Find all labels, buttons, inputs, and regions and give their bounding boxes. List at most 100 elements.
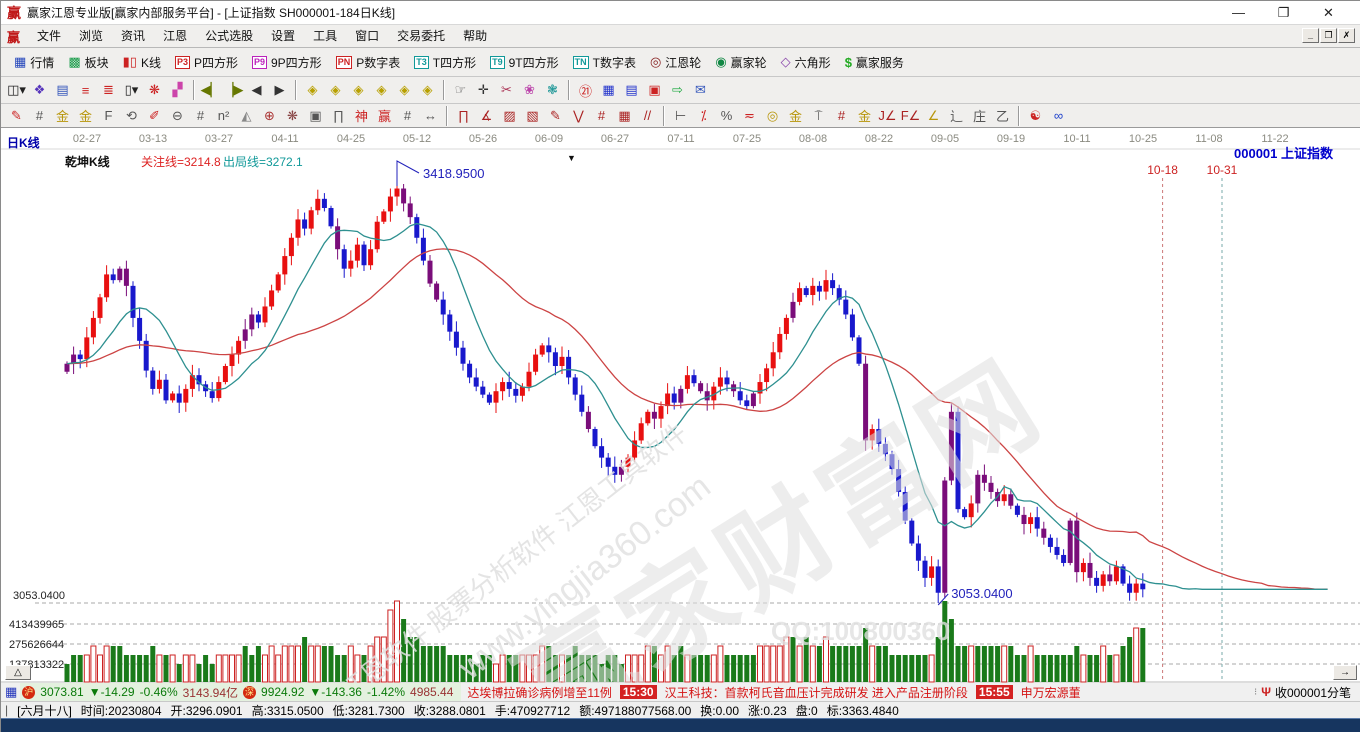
spiral-tool[interactable]: ⟲ — [120, 105, 143, 126]
fan-box-tool[interactable]: ▨ — [498, 105, 521, 126]
wheel-small-tool[interactable]: ⊕ — [258, 105, 281, 126]
circle-cycle-tool[interactable]: ⊖ — [166, 105, 189, 126]
menu-item-3[interactable]: 江恩 — [154, 25, 196, 47]
infinity-tool[interactable]: ∞ — [1047, 105, 1070, 126]
kline-chart-canvas[interactable]: 02-2703-1303-2704-1104-2505-1205-2606-09… — [1, 128, 1360, 683]
flower-tool-button[interactable]: ❀ — [518, 80, 541, 101]
calculator-button[interactable]: ▦ — [597, 80, 620, 101]
diamond-hsplit-button[interactable]: ◈ — [347, 80, 370, 101]
calendar-21-button[interactable]: ㉑ — [574, 80, 597, 101]
shen-tool[interactable]: 神 — [350, 105, 373, 126]
diamond-right-button[interactable]: ◈ — [324, 80, 347, 101]
send-button[interactable]: ✉ — [689, 80, 712, 101]
zigzag-tool[interactable]: ⋁ — [567, 105, 590, 126]
gold-bar-tool[interactable]: 金 — [784, 105, 807, 126]
web-tool[interactable]: ❋ — [281, 105, 304, 126]
gold-circle-tool[interactable]: ◎ — [761, 105, 784, 126]
scroll-right-button[interactable]: → — [1333, 665, 1357, 680]
well-gold-tool[interactable]: # — [830, 105, 853, 126]
gold-grid2-tool[interactable]: 金 — [74, 105, 97, 126]
menu-item-1[interactable]: 浏览 — [70, 25, 112, 47]
report-button[interactable]: ▤ — [620, 80, 643, 101]
t-square-button[interactable]: T3T四方形 — [407, 52, 483, 73]
percent-lines-tool[interactable]: ≂ — [738, 105, 761, 126]
angle-tool[interactable]: ◭ — [235, 105, 258, 126]
rect-channel-tool[interactable]: ∏ — [452, 105, 475, 126]
diamond-center-button[interactable]: ◈ — [370, 80, 393, 101]
quote-grid-icon[interactable]: ▦ — [5, 684, 17, 700]
next-bar-button[interactable]: ▶ — [268, 80, 291, 101]
arrow-flag-tool[interactable]: ⍑ — [807, 105, 830, 126]
price-scale-tool[interactable]: ⊢ — [669, 105, 692, 126]
mdi-minimize-button[interactable]: _ — [1302, 28, 1319, 43]
p-number-table-button[interactable]: PNP数字表 — [329, 52, 408, 73]
pi-tool[interactable]: ∏ — [327, 105, 350, 126]
trend-pen-tool[interactable]: ✎ — [544, 105, 567, 126]
fibonacci-tool[interactable]: F — [97, 105, 120, 126]
quotes-button[interactable]: ▦行情 — [7, 52, 61, 73]
net-tool-button[interactable]: ❃ — [541, 80, 564, 101]
winner-wheel-button[interactable]: ◉赢家轮 — [708, 52, 773, 73]
red-grid2-tool[interactable]: ▦ — [613, 105, 636, 126]
jin2-angle-tool[interactable]: 辶 — [945, 105, 968, 126]
menu-item-2[interactable]: 资讯 — [112, 25, 154, 47]
restore-button[interactable]: ❐ — [1261, 1, 1306, 25]
kline-3-button[interactable]: ≡ — [74, 80, 97, 101]
crosshair-button[interactable]: ✛ — [472, 80, 495, 101]
diamond-grid-button[interactable]: ◈ — [416, 80, 439, 101]
pen-tool[interactable]: ✎ — [5, 105, 28, 126]
p-square-button[interactable]: P3P四方形 — [168, 52, 245, 73]
t-number-table-button[interactable]: TNT数字表 — [566, 52, 643, 73]
gold-grid-tool[interactable]: 金 — [51, 105, 74, 126]
9p-square-button[interactable]: P99P四方形 — [245, 52, 329, 73]
candle-type-button[interactable]: ◫▾ — [5, 80, 28, 101]
menu-item-6[interactable]: 工具 — [304, 25, 346, 47]
close-button[interactable]: ✕ — [1306, 1, 1351, 25]
j-angle-tool[interactable]: J∠ — [876, 105, 899, 126]
ruler-grid-tool[interactable]: # — [396, 105, 419, 126]
zhuang-angle-tool[interactable]: 庄 — [968, 105, 991, 126]
pattern-red-button[interactable]: ❋ — [143, 80, 166, 101]
menu-item-8[interactable]: 交易委托 — [388, 25, 454, 47]
winner-service-button[interactable]: $赢家服务 — [838, 52, 911, 73]
mdi-restore-button[interactable]: ❐ — [1320, 28, 1337, 43]
mdi-close-button[interactable]: ✗ — [1338, 28, 1355, 43]
yi-angle-tool[interactable]: 乙 — [991, 105, 1014, 126]
gann-wheel-button[interactable]: ◎江恩轮 — [643, 52, 708, 73]
gold-angle-tool[interactable]: 金 — [853, 105, 876, 126]
news-ticker[interactable]: 达埃博拉确诊病例增至11例15:30汉王科技：首款柯氏音血压计完成研发 进入产品… — [461, 684, 1254, 701]
red-grid-tool[interactable]: # — [590, 105, 613, 126]
scissors-button[interactable]: ✂ — [495, 80, 518, 101]
pattern-window-button[interactable]: ❖ — [28, 80, 51, 101]
9t-square-button[interactable]: T99T四方形 — [483, 52, 566, 73]
hrange-tool[interactable]: ↔ — [419, 105, 442, 126]
sectors-button[interactable]: ▩板块 — [61, 52, 115, 73]
export-button[interactable]: ⇨ — [666, 80, 689, 101]
box-tool[interactable]: ▣ — [304, 105, 327, 126]
tick-feed[interactable]: ⁝ Ψ 收000001分笔 — [1254, 684, 1360, 701]
f-angle-tool[interactable]: F∠ — [899, 105, 922, 126]
expand-pane-button[interactable]: △ — [5, 665, 31, 680]
diamond-vexpand-button[interactable]: ◈ — [393, 80, 416, 101]
color-chart-button[interactable]: ▞ — [166, 80, 189, 101]
prev-bar-button[interactable]: ◀ — [245, 80, 268, 101]
minimize-button[interactable]: — — [1216, 1, 1261, 25]
fan-box2-tool[interactable]: ▧ — [521, 105, 544, 126]
candle-drop-button[interactable]: ▯▾ — [120, 80, 143, 101]
kline-9-button[interactable]: ≣ — [97, 80, 120, 101]
grid-tool[interactable]: # — [189, 105, 212, 126]
percent-tool[interactable]: % — [715, 105, 738, 126]
hexagon-button[interactable]: ◇六角形 — [774, 52, 838, 73]
kline-button[interactable]: ▮▯K线 — [116, 52, 168, 73]
menu-item-4[interactable]: 公式选股 — [196, 25, 262, 47]
jin-angle-tool[interactable]: ∠ — [922, 105, 945, 126]
save-button[interactable]: ▣ — [643, 80, 666, 101]
square-n2-tool[interactable]: n² — [212, 105, 235, 126]
diamond-left-button[interactable]: ◈ — [301, 80, 324, 101]
note-button[interactable]: ▤ — [51, 80, 74, 101]
drag-hand-button[interactable]: ☞ — [449, 80, 472, 101]
menu-item-9[interactable]: 帮助 — [454, 25, 496, 47]
gann-grid-tool[interactable]: # — [28, 105, 51, 126]
kline-chart-area[interactable]: 赢家财富网 www.yingjia360.com 赢家江恩软件 股票分析软件 江… — [1, 128, 1360, 683]
menu-item-5[interactable]: 设置 — [262, 25, 304, 47]
